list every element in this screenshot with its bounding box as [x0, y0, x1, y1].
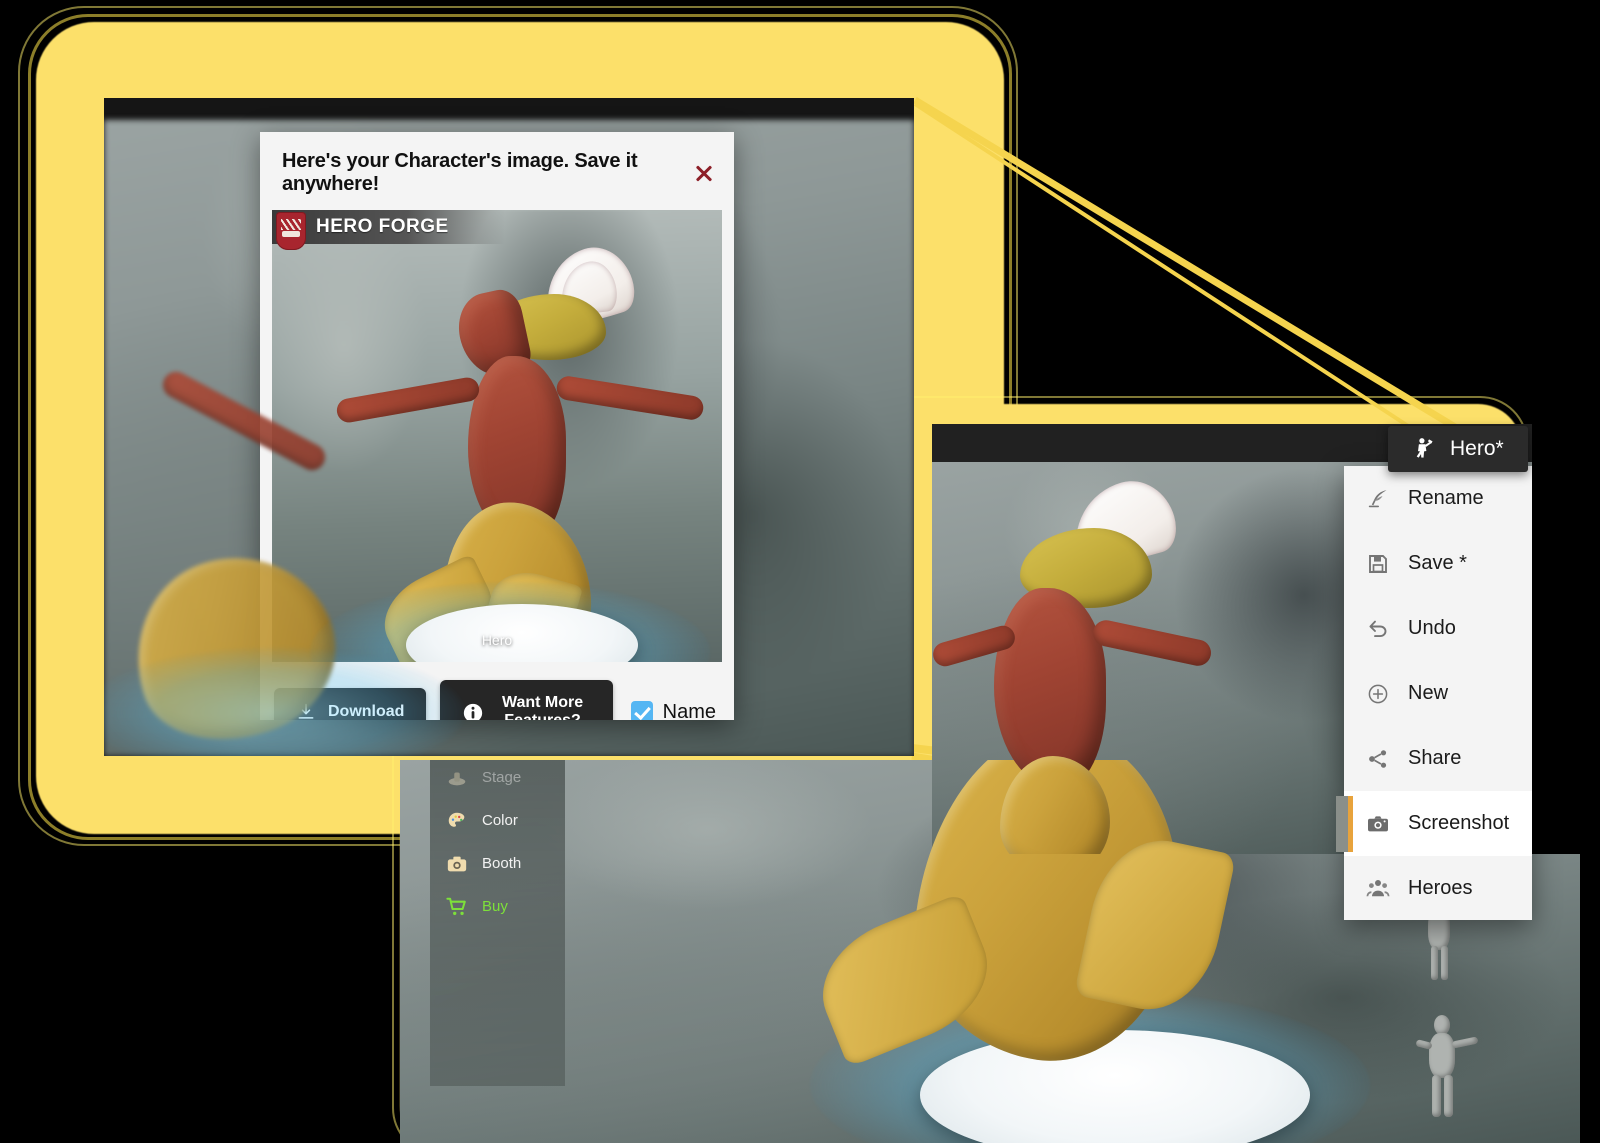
want-more-features-button[interactable]: Want More Features?	[440, 680, 613, 720]
menu-item-heroes[interactable]: Heroes	[1344, 856, 1532, 921]
menu-item-label: Undo	[1408, 617, 1456, 639]
name-checkbox-group[interactable]: Name	[630, 700, 716, 721]
hero-tab-label: Hero*	[1450, 437, 1504, 460]
character-image-preview: HERO FORGE Hero	[272, 210, 722, 662]
screenshot-highlight-accent	[1348, 796, 1353, 852]
character-name-caption: Hero	[481, 632, 513, 648]
hero-forge-wordmark: HERO FORGE	[316, 216, 449, 237]
hero-dropdown-menu: Rename Save * Undo New Share Screenshot …	[1344, 466, 1532, 920]
floppy-disk-icon	[1366, 552, 1390, 576]
close-x-icon[interactable]	[691, 160, 714, 186]
menu-item-label: Share	[1408, 747, 1462, 769]
anvil-shield-icon	[276, 211, 306, 250]
menu-item-share[interactable]: Share	[1344, 726, 1532, 791]
menu-item-rename[interactable]: Rename	[1344, 466, 1532, 531]
cart-icon	[446, 896, 468, 918]
palette-icon	[446, 810, 468, 832]
tool-label: Color	[482, 812, 518, 829]
modal-title: Here's your Character's image. Save it a…	[282, 150, 638, 195]
background-mask	[1532, 424, 1600, 854]
tool-item-color[interactable]: Color	[430, 799, 565, 842]
menu-item-label: Save *	[1408, 552, 1467, 574]
window-titlebar-main	[104, 98, 914, 120]
character-model-right	[932, 471, 1272, 854]
tool-item-booth[interactable]: Booth	[430, 842, 565, 885]
want-more-features-label: Want More Features?	[501, 694, 584, 720]
camera-icon	[446, 853, 468, 875]
info-circle-icon	[462, 702, 483, 720]
menu-item-screenshot[interactable]: Screenshot	[1344, 791, 1532, 856]
share-nodes-icon	[1366, 747, 1390, 771]
hero-tab[interactable]: Hero*	[1388, 426, 1528, 472]
menu-item-label: Heroes	[1408, 877, 1473, 899]
screenshot-highlight-marker	[1336, 796, 1348, 852]
stage-icon	[446, 767, 468, 789]
tool-label: Stage	[482, 769, 522, 786]
save-image-modal: Here's your Character's image. Save it a…	[260, 132, 734, 720]
menu-item-label: New	[1408, 682, 1449, 704]
tool-label: Booth	[482, 855, 522, 872]
plus-circle-icon	[1366, 682, 1390, 706]
figurine-thumbnail-bottom[interactable]	[1415, 1015, 1480, 1125]
tool-label: Buy	[482, 898, 508, 915]
menu-item-save[interactable]: Save *	[1344, 531, 1532, 596]
menu-item-undo[interactable]: Undo	[1344, 596, 1532, 661]
screenshot-canvas: Stage Color Booth Buy Here's your Charac…	[0, 0, 1600, 1143]
name-checkbox[interactable]	[630, 701, 653, 720]
people-group-icon	[1366, 877, 1390, 901]
character-model-preview	[310, 237, 710, 662]
hero-figure-icon	[1410, 436, 1436, 462]
tool-item-buy[interactable]: Buy	[430, 885, 565, 928]
menu-item-new[interactable]: New	[1344, 661, 1532, 726]
name-checkbox-label: Name	[662, 700, 716, 721]
tool-item-stage[interactable]: Stage	[430, 760, 565, 799]
camera-icon	[1366, 812, 1390, 836]
undo-arrow-icon	[1366, 617, 1390, 641]
app-window-main: Here's your Character's image. Save it a…	[104, 98, 914, 756]
modal-header: Here's your Character's image. Save it a…	[260, 132, 734, 210]
menu-item-label: Rename	[1408, 487, 1484, 509]
tool-sidebar: Stage Color Booth Buy	[430, 760, 565, 1086]
quill-pen-icon	[1366, 487, 1390, 511]
hero-forge-watermark: HERO FORGE	[272, 210, 505, 250]
menu-item-label: Screenshot	[1408, 812, 1510, 834]
